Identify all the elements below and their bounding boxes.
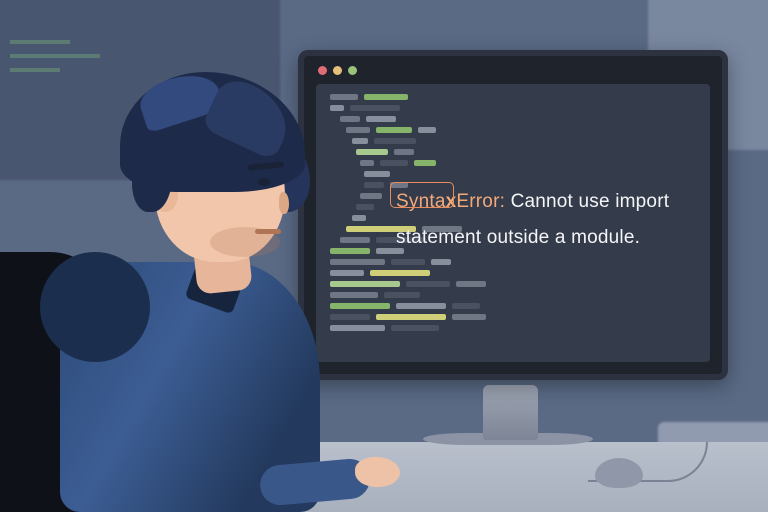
error-message: SyntaxError: Cannot use import statement…	[396, 184, 680, 256]
error-x-glyph: x	[446, 191, 457, 212]
hand	[355, 457, 400, 487]
mouth	[255, 229, 281, 234]
nose	[279, 192, 289, 214]
error-type-label: Synta	[396, 191, 446, 212]
error-line1: Cannot use import	[511, 191, 670, 212]
monitor-stand	[483, 385, 538, 440]
computer-mouse	[595, 458, 643, 488]
background-code-stripe	[10, 40, 70, 44]
shoulder	[40, 252, 150, 362]
forearm	[258, 457, 371, 506]
error-word: Error:	[456, 191, 505, 212]
error-line2: statement outside a module.	[396, 227, 640, 248]
eye	[258, 178, 270, 186]
developer-illustration	[0, 52, 380, 512]
